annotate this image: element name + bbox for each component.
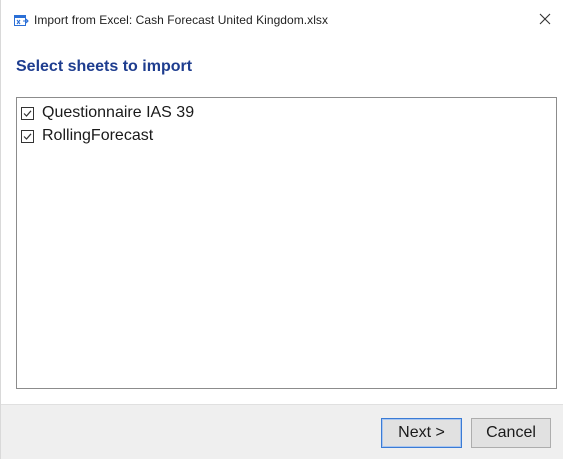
close-button[interactable]	[533, 9, 557, 33]
title-bar: Import from Excel: Cash Forecast United …	[1, 0, 563, 40]
footer: Next > Cancel	[1, 404, 563, 459]
sheet-checkbox[interactable]	[21, 106, 34, 120]
sheet-list[interactable]: Questionnaire IAS 39 RollingForecast	[16, 97, 557, 389]
cancel-button[interactable]: Cancel	[471, 418, 551, 448]
import-dialog: Import from Excel: Cash Forecast United …	[0, 0, 563, 459]
next-button[interactable]: Next >	[381, 418, 462, 448]
sheet-item[interactable]: Questionnaire IAS 39	[21, 103, 194, 123]
excel-import-icon	[14, 14, 30, 27]
close-icon	[539, 12, 551, 30]
sheet-item[interactable]: RollingForecast	[21, 126, 153, 146]
sheet-label: RollingForecast	[42, 127, 154, 144]
sheet-label: Questionnaire IAS 39	[42, 104, 195, 121]
sheet-checkbox[interactable]	[21, 129, 34, 143]
page-title: Select sheets to import	[16, 58, 193, 75]
window-title: Import from Excel: Cash Forecast United …	[34, 13, 329, 27]
